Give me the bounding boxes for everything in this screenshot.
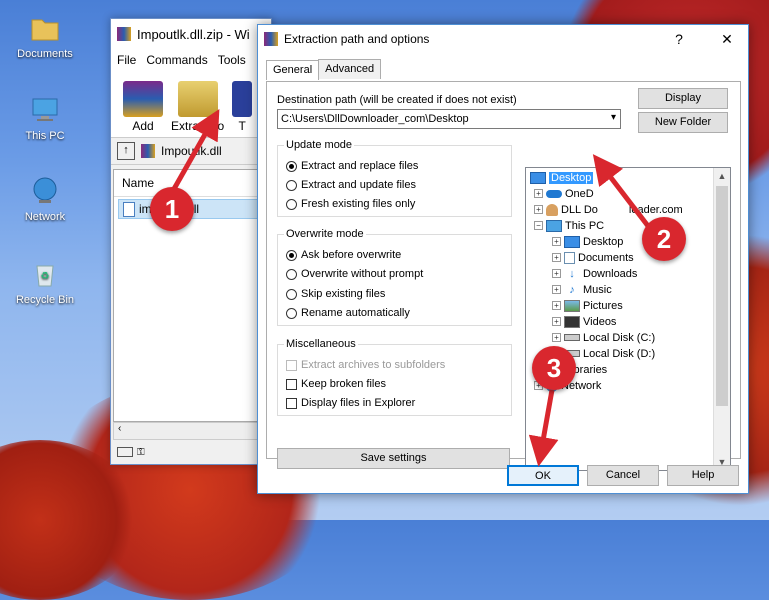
tutorial-arrows <box>167 108 650 467</box>
arrow-to-ok-button <box>528 389 559 467</box>
arrow-to-desktop-item <box>592 154 650 228</box>
step-3-badge: 3 <box>532 346 576 390</box>
arrow-to-extract-button <box>167 108 220 198</box>
step-1-badge: 1 <box>150 187 194 231</box>
step-2-badge: 2 <box>642 217 686 261</box>
